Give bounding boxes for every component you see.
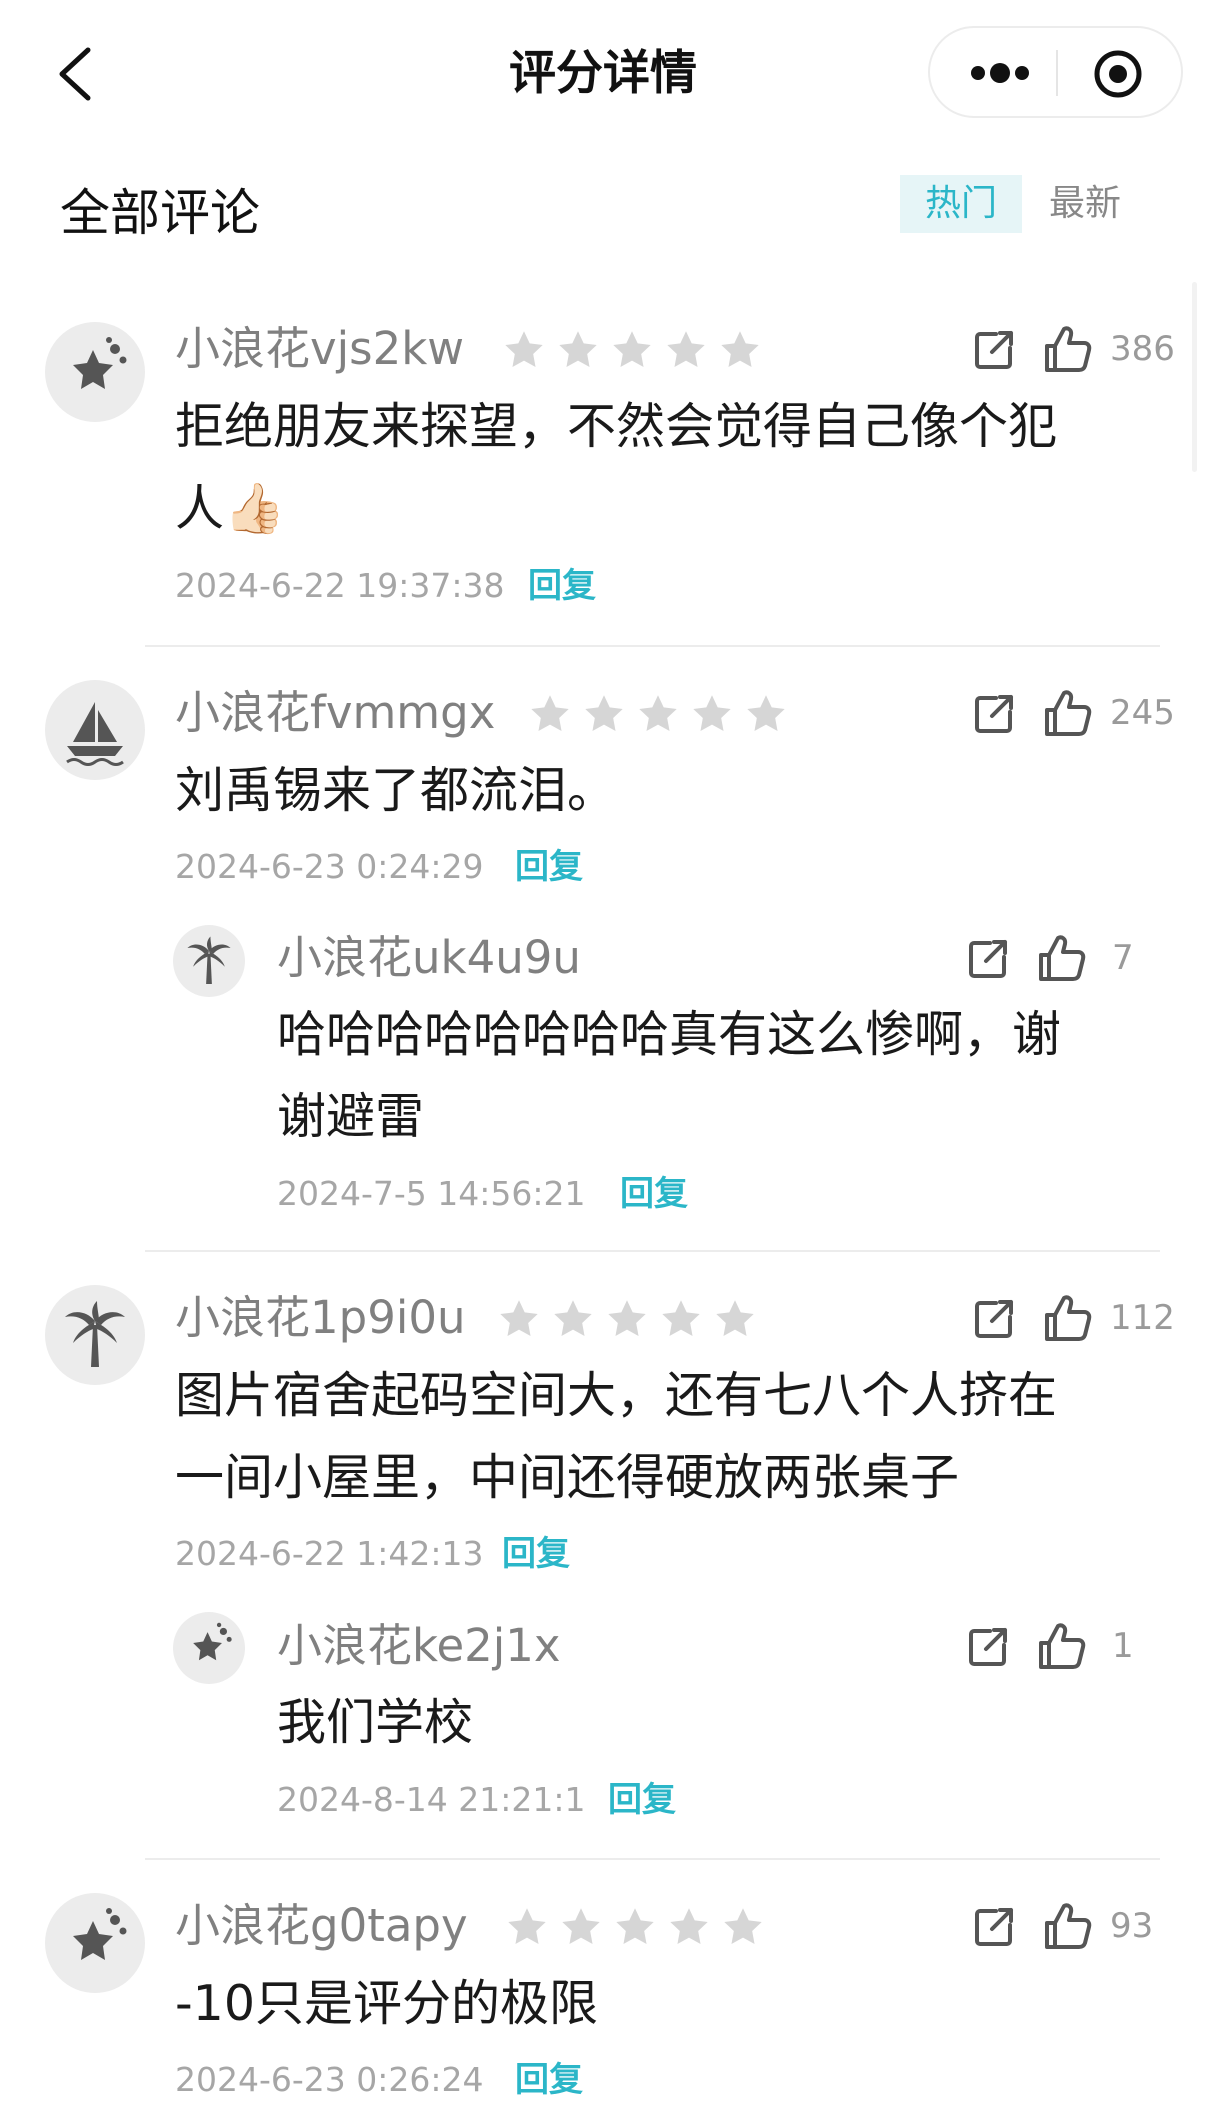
avatar[interactable]	[45, 322, 145, 422]
star-icon	[502, 328, 546, 372]
like-icon[interactable]	[1043, 324, 1093, 374]
like-count: 93	[1110, 1906, 1154, 1946]
rating-stars	[528, 692, 788, 736]
comment-username[interactable]: 小浪花1p9i0u	[175, 1288, 465, 1348]
star-icon	[659, 1297, 703, 1341]
star-icon	[505, 1905, 549, 1949]
share-external-icon[interactable]	[966, 937, 1010, 981]
avatar[interactable]	[173, 925, 245, 997]
share-external-icon[interactable]	[966, 1625, 1010, 1669]
share-external-icon[interactable]	[972, 1905, 1016, 1949]
star-icon	[636, 692, 680, 736]
star-icon	[690, 692, 734, 736]
reply-username[interactable]: 小浪花ke2j1x	[277, 1616, 561, 1676]
like-count: 7	[1112, 938, 1134, 978]
share-external-icon[interactable]	[972, 692, 1016, 736]
comment-username[interactable]: 小浪花fvmmgx	[175, 683, 495, 743]
reply-button[interactable]: 回复	[620, 1170, 688, 1218]
reply-button[interactable]: 回复	[608, 1776, 676, 1824]
rating-stars	[497, 1297, 757, 1341]
like-icon[interactable]	[1043, 688, 1093, 738]
star-icon	[667, 1905, 711, 1949]
star-icon	[559, 1905, 603, 1949]
divider	[145, 1250, 1160, 1252]
reply-text-line: 我们学校	[277, 1694, 474, 1751]
star-sparkle-icon	[173, 1612, 245, 1684]
share-external-icon[interactable]	[972, 1297, 1016, 1341]
like-icon[interactable]	[1043, 1293, 1093, 1343]
comment-timestamp: 2024-6-23 0:24:29	[175, 847, 484, 886]
comment-timestamp: 2024-6-22 19:37:38	[175, 566, 505, 605]
star-icon	[556, 328, 600, 372]
more-dots-icon	[971, 63, 1029, 83]
reply-button[interactable]: 回复	[515, 2056, 583, 2104]
like-count: 386	[1110, 329, 1175, 369]
tab-hot[interactable]: 热门	[900, 175, 1022, 233]
mini-program-capsule	[928, 26, 1183, 118]
comment-text-line: 图片宿舍起码空间大，还有七八个人挤在	[175, 1367, 1058, 1424]
palm-tree-icon	[173, 925, 245, 997]
star-icon	[497, 1297, 541, 1341]
reply-username[interactable]: 小浪花uk4u9u	[277, 928, 581, 988]
target-circle-icon	[1094, 50, 1142, 98]
comment-timestamp: 2024-6-23 0:26:24	[175, 2060, 484, 2099]
star-icon	[718, 328, 762, 372]
comment-text-line: 刘禹锡来了都流泪。	[175, 762, 617, 819]
comment-text-line: 拒绝朋友来探望，不然会觉得自己像个犯	[175, 398, 1058, 455]
reply-text-line: 谢避雷	[277, 1088, 425, 1145]
comment-username[interactable]: 小浪花vjs2kw	[175, 319, 464, 379]
avatar[interactable]	[45, 1893, 145, 1993]
star-icon	[605, 1297, 649, 1341]
palm-tree-icon	[45, 1285, 145, 1385]
tab-latest[interactable]: 最新	[1040, 175, 1130, 233]
reply-timestamp: 2024-8-14 21:21:1	[277, 1780, 586, 1819]
comment-timestamp: 2024-6-22 1:42:13	[175, 1534, 484, 1573]
reply-text-line: 哈哈哈哈哈哈哈哈真有这么惨啊，谢	[277, 1006, 1062, 1063]
like-count: 1	[1112, 1626, 1134, 1666]
comment-username[interactable]: 小浪花g0tapy	[175, 1896, 468, 1956]
avatar[interactable]	[45, 680, 145, 780]
reply-button[interactable]: 回复	[528, 562, 596, 610]
star-icon	[551, 1297, 595, 1341]
star-icon	[713, 1297, 757, 1341]
comment-text-line: 一间小屋里，中间还得硬放两张桌子	[175, 1449, 960, 1506]
scroll-indicator	[1192, 282, 1197, 472]
like-count: 245	[1110, 693, 1175, 733]
like-icon[interactable]	[1037, 1621, 1087, 1671]
star-sparkle-icon	[45, 322, 145, 422]
reply-button[interactable]: 回复	[502, 1530, 570, 1578]
star-icon	[610, 328, 654, 372]
avatar[interactable]	[173, 1612, 245, 1684]
star-icon	[613, 1905, 657, 1949]
like-icon[interactable]	[1043, 1901, 1093, 1951]
divider	[145, 645, 1160, 647]
divider	[145, 1858, 1160, 1860]
share-external-icon[interactable]	[972, 328, 1016, 372]
reply-timestamp: 2024-7-5 14:56:21	[277, 1174, 586, 1213]
sailboat-icon	[45, 680, 145, 780]
star-icon	[721, 1905, 765, 1949]
rating-stars	[505, 1905, 765, 1949]
section-title: 全部评论	[60, 184, 260, 242]
comment-text-line: -10只是评分的极限	[175, 1975, 599, 2032]
comment-text-line: 人👍🏻	[175, 480, 286, 537]
like-icon[interactable]	[1037, 933, 1087, 983]
reply-button[interactable]: 回复	[515, 843, 583, 891]
like-count: 112	[1110, 1298, 1175, 1338]
capsule-divider	[1056, 50, 1058, 96]
star-icon	[528, 692, 572, 736]
star-icon	[664, 328, 708, 372]
star-icon	[582, 692, 626, 736]
rating-stars	[502, 328, 762, 372]
star-icon	[744, 692, 788, 736]
avatar[interactable]	[45, 1285, 145, 1385]
close-miniprogram-button[interactable]	[1093, 49, 1143, 99]
star-sparkle-icon	[45, 1893, 145, 1993]
more-button[interactable]	[960, 48, 1040, 98]
